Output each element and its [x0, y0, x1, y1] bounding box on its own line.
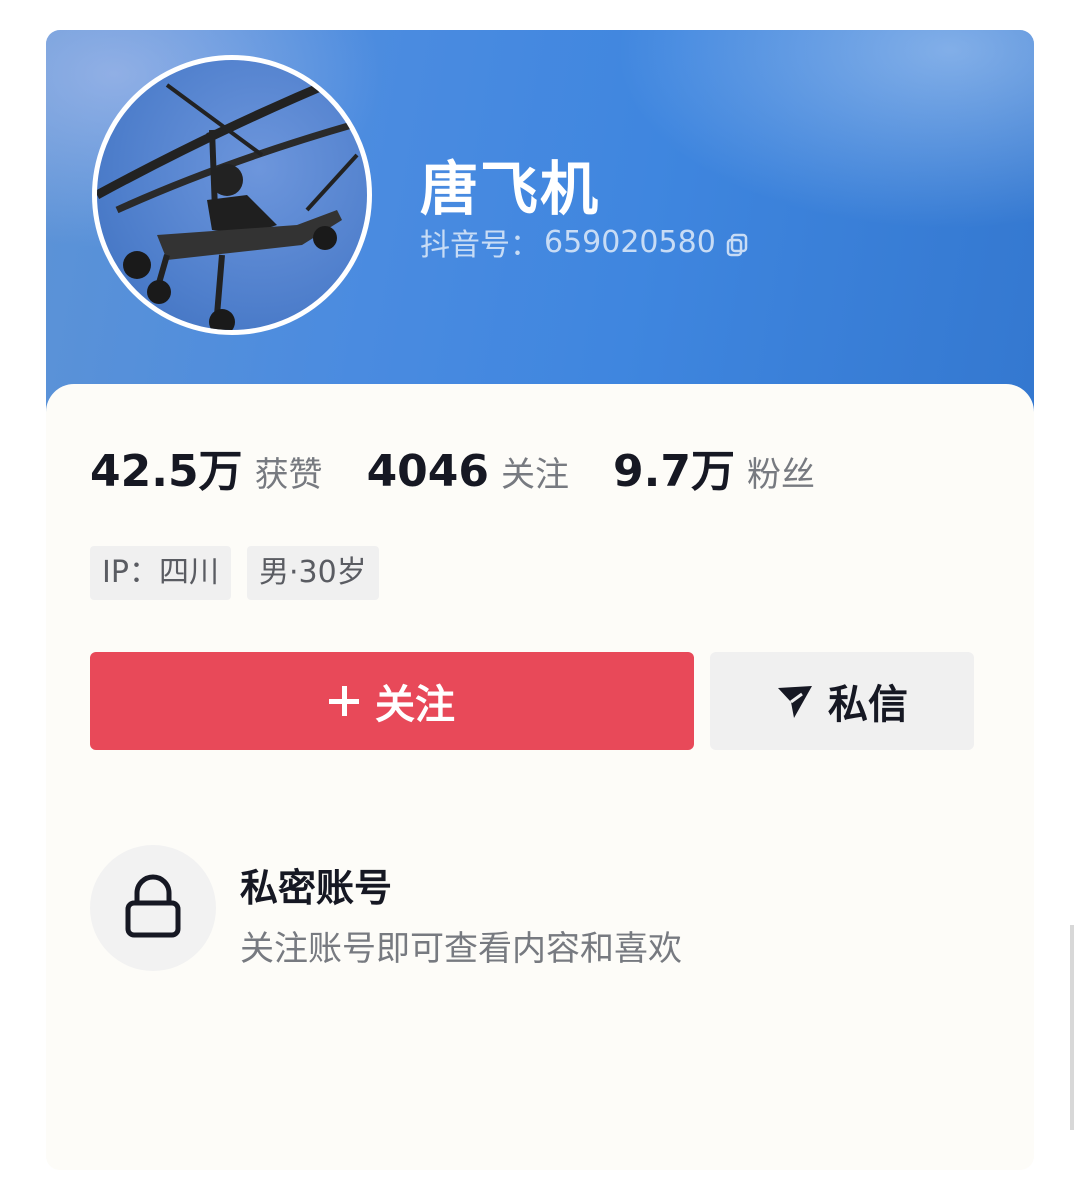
- stats-row: 42.5万 获赞 4046 关注 9.7万 粉丝: [90, 435, 859, 499]
- profile-tags: IP：四川 男·30岁: [90, 546, 395, 600]
- username: 唐飞机: [420, 155, 601, 223]
- stat-value: 42.5万: [90, 446, 243, 497]
- stat-label: 获赞: [254, 455, 323, 495]
- douyin-id-row: 抖音号： 659020580: [420, 220, 748, 264]
- lock-icon: [125, 874, 181, 938]
- stat-likes[interactable]: 42.5万 获赞: [90, 435, 323, 499]
- private-title: 私密账号: [240, 866, 393, 910]
- avatar[interactable]: [92, 55, 372, 335]
- stat-value: 4046: [366, 446, 490, 497]
- private-description: 关注账号即可查看内容和喜欢: [240, 929, 682, 969]
- scrollbar[interactable]: [1070, 925, 1074, 1130]
- send-icon: [778, 686, 812, 718]
- follow-label: 关注: [375, 682, 455, 728]
- plus-icon: [329, 686, 359, 716]
- message-label: 私信: [828, 682, 908, 728]
- douyin-id-value: 659020580: [544, 224, 716, 260]
- gender-age-tag: 男·30岁: [246, 546, 379, 600]
- gyrocopter-photo: [97, 75, 367, 330]
- stat-label: 关注: [501, 455, 570, 495]
- ip-tag: IP：四川: [90, 546, 231, 600]
- profile-body: [46, 384, 1034, 1170]
- follow-button[interactable]: 关注: [90, 652, 694, 750]
- copy-icon[interactable]: [726, 230, 748, 257]
- douyin-id-label: 抖音号：: [420, 228, 540, 263]
- profile-card: 唐飞机 抖音号： 659020580 42.5万 获赞 4046 关注 9.7万…: [46, 30, 1034, 1170]
- stat-following[interactable]: 4046 关注: [367, 446, 569, 497]
- stat-followers[interactable]: 9.7万 粉丝: [613, 435, 815, 499]
- stat-label: 粉丝: [746, 455, 815, 495]
- lock-badge: [90, 845, 216, 971]
- message-button[interactable]: 私信: [710, 652, 974, 750]
- stat-value: 9.7万: [613, 446, 735, 497]
